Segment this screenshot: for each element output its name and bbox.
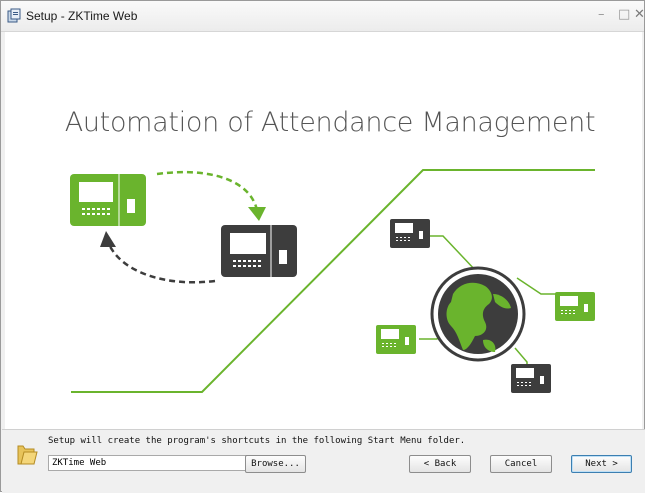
maximize-button[interactable]: □ xyxy=(618,7,630,22)
setup-app-icon xyxy=(7,8,21,23)
minimize-button[interactable]: – xyxy=(598,7,605,22)
attendance-terminal-icon xyxy=(70,174,146,226)
close-button[interactable]: ✕ xyxy=(634,7,645,22)
connection-line xyxy=(71,169,595,393)
globe-icon xyxy=(430,266,526,362)
browse-button[interactable]: Browse... xyxy=(245,455,306,473)
title-bar[interactable]: Setup - ZKTime Web – □ ✕ xyxy=(1,1,645,32)
folder-icon xyxy=(17,445,38,465)
banner-area: Automation of Attendance Management xyxy=(5,32,642,429)
attendance-terminal-icon xyxy=(511,364,551,393)
attendance-terminal-icon xyxy=(555,292,595,321)
banner-illustration xyxy=(70,169,595,393)
window-title: Setup - ZKTime Web xyxy=(26,9,138,23)
attendance-terminal-icon xyxy=(376,325,416,354)
back-button[interactable]: < Back xyxy=(409,455,471,473)
attendance-terminal-icon xyxy=(221,225,297,277)
sync-arrow-green xyxy=(156,170,259,211)
setup-window: Setup - ZKTime Web – □ ✕ Automation of A… xyxy=(0,0,645,493)
next-button[interactable]: Next > xyxy=(571,455,632,473)
cancel-button[interactable]: Cancel xyxy=(490,455,552,473)
wizard-footer: Setup will create the program's shortcut… xyxy=(2,429,645,493)
shortcut-folder-hint: Setup will create the program's shortcut… xyxy=(48,436,466,446)
attendance-terminal-icon xyxy=(390,219,430,248)
start-menu-folder-input[interactable]: ZKTime Web xyxy=(48,455,254,471)
sync-arrow-dark xyxy=(106,241,216,284)
